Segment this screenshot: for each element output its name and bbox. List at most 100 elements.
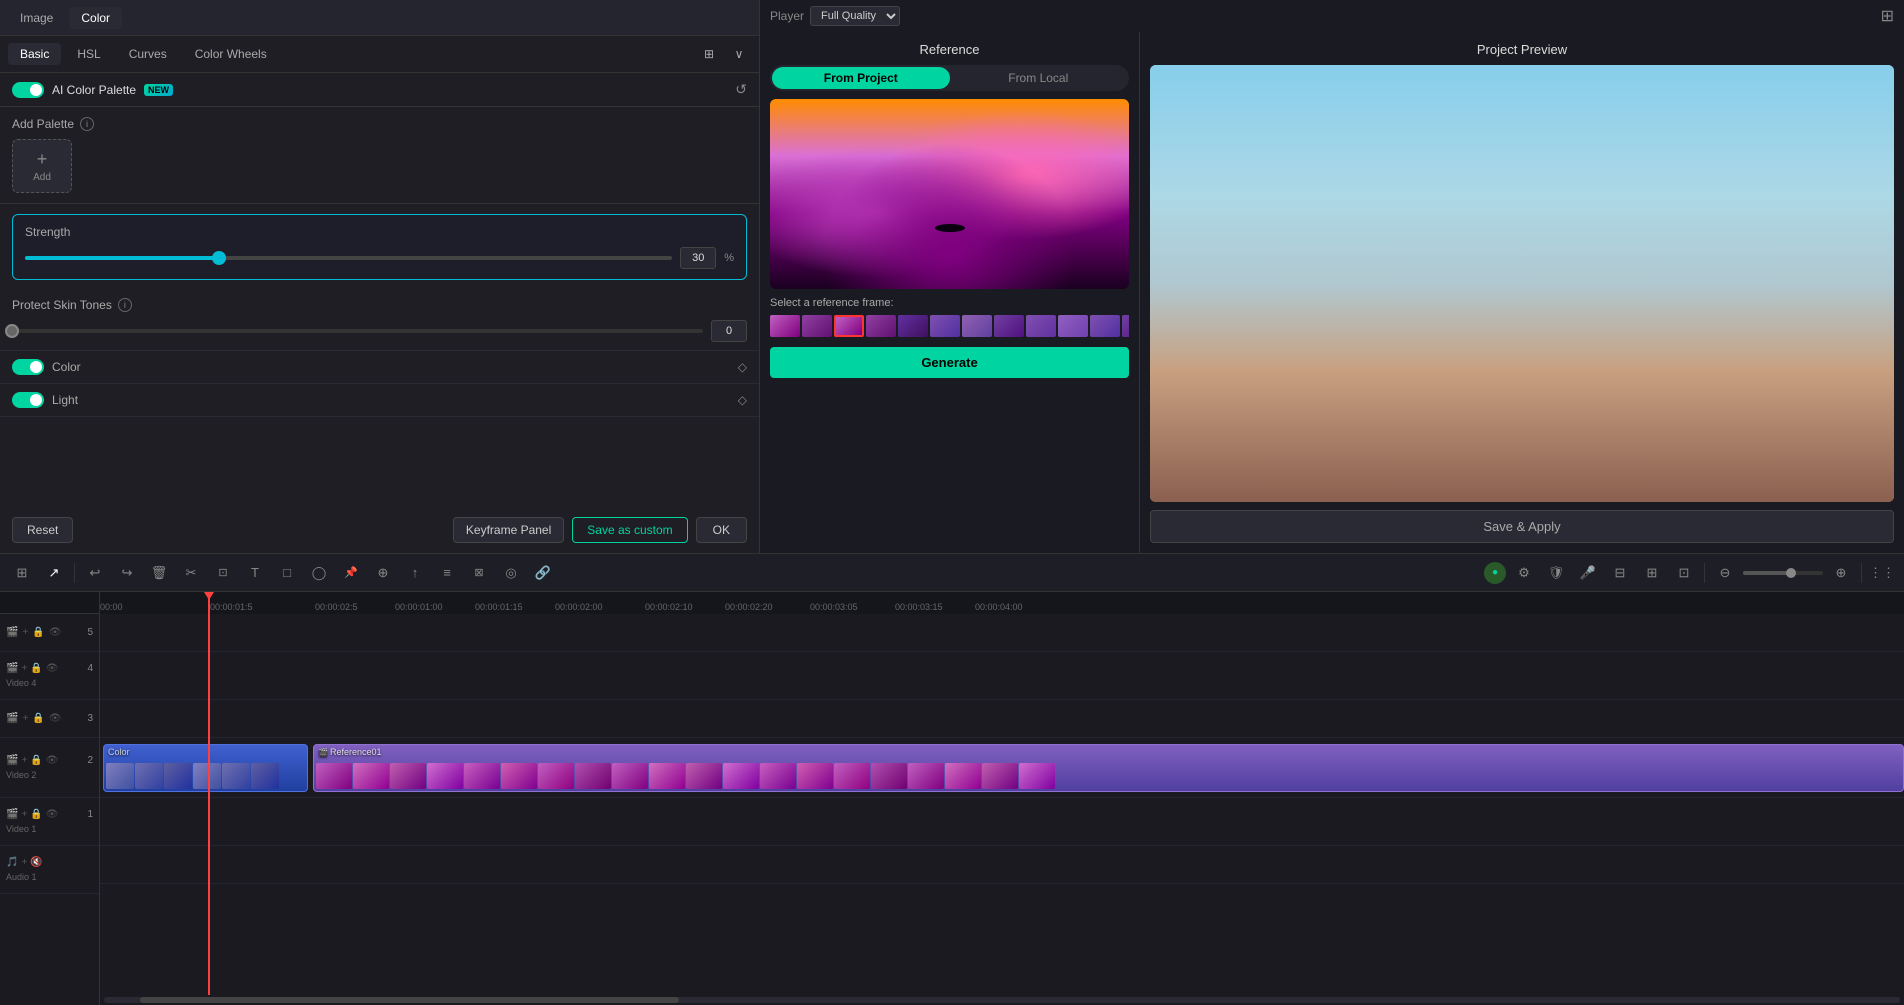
compare-icon[interactable]: ⊞ <box>697 42 721 66</box>
tool-delete[interactable]: 🗑 <box>145 559 173 587</box>
sub-tab-hsl[interactable]: HSL <box>65 43 112 65</box>
skin-tones-slider[interactable] <box>12 329 703 333</box>
tool-pin[interactable]: 📌 <box>337 559 365 587</box>
tool-r3[interactable]: 🛡 <box>1542 559 1570 587</box>
tool-r4[interactable]: 🎤 <box>1574 559 1602 587</box>
reset-icon[interactable]: ↺ <box>735 81 747 98</box>
ref-frame-5[interactable] <box>898 315 928 337</box>
skin-slider-thumb[interactable] <box>5 324 19 338</box>
track-2-lock[interactable]: 🔒 <box>30 755 42 766</box>
ref-frame-8[interactable] <box>994 315 1024 337</box>
track-4-add-icon[interactable]: + <box>21 663 27 674</box>
tool-redo[interactable]: ↪ <box>113 559 141 587</box>
ref-frame-9[interactable] <box>1026 315 1056 337</box>
quality-select[interactable]: Full Quality <box>810 6 900 26</box>
ref-frame-2[interactable] <box>802 315 832 337</box>
tool-cut[interactable]: ✂ <box>177 559 205 587</box>
audio-1-mute[interactable]: 🔇 <box>30 857 42 868</box>
from-local-tab[interactable]: From Local <box>950 67 1128 89</box>
track-1-row[interactable] <box>100 798 1904 846</box>
skin-tones-value[interactable]: 0 <box>711 320 747 342</box>
tool-circle[interactable]: ◯ <box>305 559 333 587</box>
ok-button[interactable]: OK <box>696 517 747 543</box>
strength-value[interactable]: 30 <box>680 247 716 269</box>
tool-undo[interactable]: ↩ <box>81 559 109 587</box>
track-2-add[interactable]: + <box>21 755 27 766</box>
tool-zoom-out[interactable]: ⊖ <box>1711 559 1739 587</box>
scrollbar-track[interactable] <box>104 997 1900 1003</box>
track-3-row[interactable] <box>100 700 1904 738</box>
add-palette-box[interactable]: + Add <box>12 139 72 193</box>
track-2-row[interactable]: Color 🎬 <box>100 738 1904 798</box>
tool-effects[interactable]: ≡ <box>433 559 461 587</box>
zoom-slider[interactable] <box>1743 571 1823 575</box>
scrollbar-thumb[interactable] <box>140 997 679 1003</box>
save-as-custom-button[interactable]: Save as custom <box>572 517 687 543</box>
tool-cursor[interactable]: ↗ <box>40 559 68 587</box>
light-diamond-icon[interactable]: ◇ <box>738 393 747 407</box>
track-4-lock[interactable]: 🔒 <box>30 663 42 674</box>
track-5-lock[interactable]: 🔒 <box>32 627 44 638</box>
color-diamond-icon[interactable]: ◇ <box>738 360 747 374</box>
track-1-lock[interactable]: 🔒 <box>30 809 42 820</box>
light-toggle[interactable] <box>12 392 44 408</box>
tool-r2[interactable]: ⚙ <box>1510 559 1538 587</box>
tool-select[interactable]: ⊞ <box>8 559 36 587</box>
strength-slider-thumb[interactable] <box>212 251 226 265</box>
ref-frame-3[interactable] <box>834 315 864 337</box>
track-4-row[interactable] <box>100 652 1904 700</box>
track-3-lock[interactable]: 🔒 <box>32 713 44 724</box>
color-toggle[interactable] <box>12 359 44 375</box>
expand-icon[interactable]: ∨ <box>727 42 751 66</box>
ref-frame-7[interactable] <box>962 315 992 337</box>
tool-color2[interactable]: ◎ <box>497 559 525 587</box>
track-5-eye[interactable]: 👁 <box>49 627 62 638</box>
tool-r5[interactable]: ⊟ <box>1606 559 1634 587</box>
generate-button[interactable]: Generate <box>770 347 1129 378</box>
tab-color[interactable]: Color <box>69 7 122 29</box>
track-5-add-icon[interactable]: + <box>22 627 28 638</box>
track-3-add[interactable]: + <box>22 713 28 724</box>
tool-up[interactable]: ↑ <box>401 559 429 587</box>
save-and-apply-button[interactable]: Save & Apply <box>1150 510 1894 543</box>
tool-audio[interactable]: ⊕ <box>369 559 397 587</box>
color-clip[interactable]: Color <box>103 744 308 792</box>
tool-trim[interactable]: ⊡ <box>209 559 237 587</box>
track-1-add[interactable]: + <box>21 809 27 820</box>
track-4-eye[interactable]: 👁 <box>46 663 59 674</box>
skin-tones-info-icon[interactable]: i <box>118 298 132 312</box>
strength-slider[interactable] <box>25 256 672 260</box>
audio-1-row[interactable] <box>100 846 1904 884</box>
tool-zoom-in[interactable]: ⊕ <box>1827 559 1855 587</box>
ai-palette-toggle[interactable] <box>12 82 44 98</box>
ref-frame-12[interactable] <box>1122 315 1129 337</box>
tool-r7[interactable]: ⊡ <box>1670 559 1698 587</box>
tool-text[interactable]: T <box>241 559 269 587</box>
tool-box[interactable]: □ <box>273 559 301 587</box>
tool-motion[interactable]: ⊠ <box>465 559 493 587</box>
reference-clip[interactable]: 🎬 Reference01 <box>313 744 1904 792</box>
ref-frame-1[interactable] <box>770 315 800 337</box>
sub-tab-color-wheels[interactable]: Color Wheels <box>183 43 279 65</box>
grid-icon[interactable]: ⊞ <box>1881 6 1894 26</box>
tool-grid[interactable]: ⋮⋮ <box>1868 559 1896 587</box>
tool-r1[interactable]: ● <box>1484 562 1506 584</box>
ref-frame-4[interactable] <box>866 315 896 337</box>
ref-frame-11[interactable] <box>1090 315 1120 337</box>
add-palette-info-icon[interactable]: i <box>80 117 94 131</box>
tool-link[interactable]: 🔗 <box>529 559 557 587</box>
track-5-row[interactable] <box>100 614 1904 652</box>
track-3-eye[interactable]: 👁 <box>49 713 62 724</box>
tab-image[interactable]: Image <box>8 7 65 29</box>
track-2-eye[interactable]: 👁 <box>46 755 59 766</box>
from-project-tab[interactable]: From Project <box>772 67 950 89</box>
reset-button[interactable]: Reset <box>12 517 73 543</box>
keyframe-panel-button[interactable]: Keyframe Panel <box>453 517 564 543</box>
ref-frame-10[interactable] <box>1058 315 1088 337</box>
sub-tab-basic[interactable]: Basic <box>8 43 61 65</box>
track-1-eye[interactable]: 👁 <box>46 809 59 820</box>
tool-r6[interactable]: ⊞ <box>1638 559 1666 587</box>
sub-tab-curves[interactable]: Curves <box>117 43 179 65</box>
audio-1-add[interactable]: + <box>21 857 27 868</box>
ref-frame-6[interactable] <box>930 315 960 337</box>
